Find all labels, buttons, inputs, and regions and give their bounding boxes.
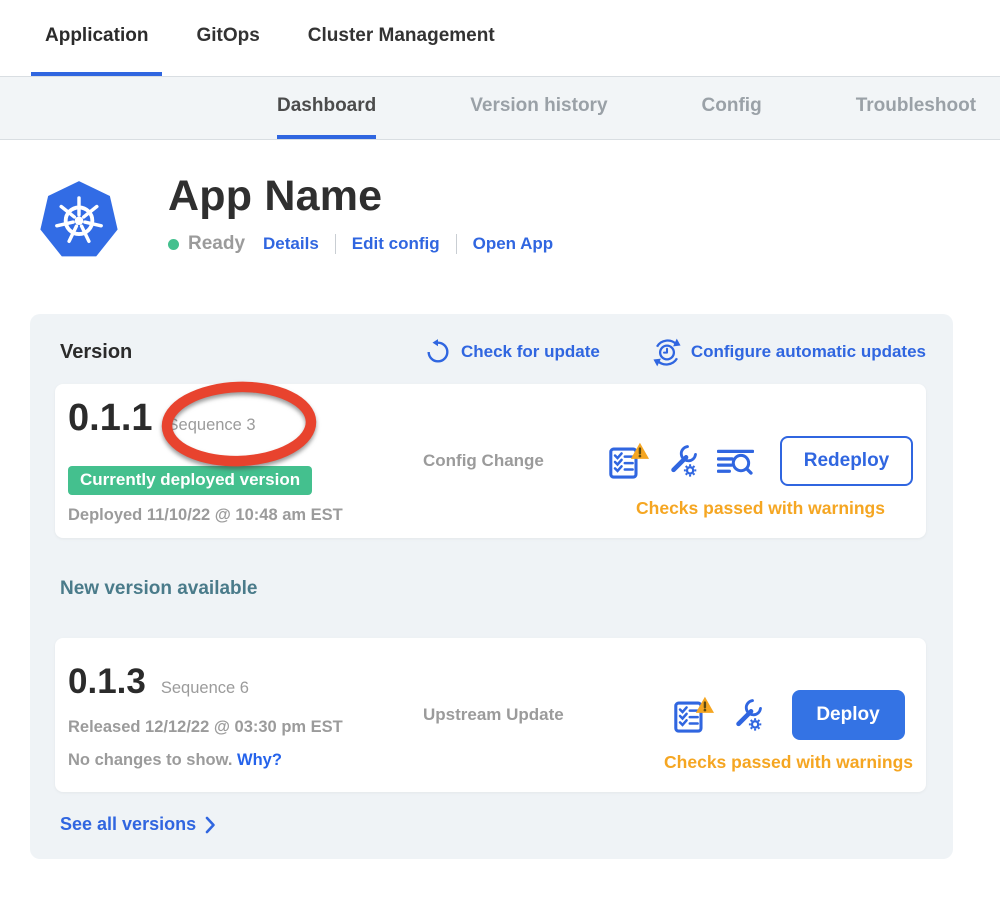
see-all-versions-link[interactable]: See all versions (60, 814, 216, 835)
version-panel: Version Check for update Configure autom… (30, 314, 953, 859)
deployed-version-source: Config Change (423, 451, 608, 471)
preflight-checks-icon[interactable] (673, 696, 715, 734)
chevron-right-icon (205, 816, 216, 834)
diff-view-icon[interactable] (717, 445, 754, 477)
deployed-version-number: 0.1.1 (68, 396, 153, 440)
configure-automatic-updates-button[interactable]: Configure automatic updates (652, 337, 926, 368)
no-changes-note: No changes to show. (68, 751, 232, 769)
open-app-link[interactable]: Open App (473, 234, 554, 254)
tab-cluster-management[interactable]: Cluster Management (294, 0, 509, 76)
available-checks-status[interactable]: Checks passed with warnings (664, 752, 913, 773)
tab-dashboard-label: Dashboard (277, 95, 376, 117)
tab-gitops-label: GitOps (196, 25, 259, 47)
why-link[interactable]: Why? (237, 751, 282, 769)
deploy-button[interactable]: Deploy (792, 690, 905, 740)
edit-config-link[interactable]: Edit config (352, 234, 440, 254)
currently-deployed-badge: Currently deployed version (68, 466, 312, 495)
tab-application-label: Application (45, 25, 148, 47)
config-wrench-icon[interactable] (666, 444, 701, 479)
refresh-icon (424, 338, 452, 366)
config-wrench-icon[interactable] (731, 698, 766, 733)
deployed-timestamp: Deployed 11/10/22 @ 10:48 am EST (68, 506, 423, 525)
divider (335, 234, 336, 254)
auto-update-clock-icon (652, 337, 682, 368)
configure-automatic-updates-label: Configure automatic updates (691, 342, 926, 362)
tab-application[interactable]: Application (31, 0, 162, 76)
preflight-checks-icon[interactable] (608, 442, 650, 480)
details-link[interactable]: Details (263, 234, 319, 254)
status-label: Ready (188, 233, 245, 255)
deployed-version-sequence: Sequence 3 (168, 416, 256, 435)
available-version-card: 0.1.3 Sequence 6 Released 12/12/22 @ 03:… (55, 638, 926, 792)
released-timestamp: Released 12/12/22 @ 03:30 pm EST (68, 718, 423, 737)
available-version-number: 0.1.3 (68, 662, 146, 702)
check-for-update-button[interactable]: Check for update (424, 338, 600, 366)
status-dot (168, 239, 179, 250)
kubernetes-logo (36, 176, 122, 262)
tab-dashboard[interactable]: Dashboard (277, 77, 376, 139)
redeploy-button[interactable]: Redeploy (780, 436, 913, 486)
available-version-sequence: Sequence 6 (161, 679, 249, 698)
new-version-heading: New version available (60, 578, 926, 600)
tab-version-history[interactable]: Version history (470, 77, 607, 139)
tab-config-label: Config (702, 95, 762, 117)
tab-version-history-label: Version history (470, 95, 607, 117)
deployed-checks-status[interactable]: Checks passed with warnings (636, 498, 885, 519)
page-title: App Name (168, 174, 553, 219)
app-sub-nav: Dashboard Version history Config Trouble… (0, 76, 1000, 140)
available-version-source: Upstream Update (423, 705, 608, 725)
app-header: App Name Ready Details Edit config Open … (36, 174, 1000, 262)
version-section-title: Version (60, 341, 132, 364)
deployed-version-card: 0.1.1 Sequence 3 Currently deployed vers… (55, 384, 926, 538)
tab-gitops[interactable]: GitOps (182, 0, 273, 76)
tab-cluster-management-label: Cluster Management (308, 25, 495, 47)
divider (456, 234, 457, 254)
check-for-update-label: Check for update (461, 342, 600, 362)
see-all-versions-label: See all versions (60, 814, 196, 835)
tab-troubleshoot[interactable]: Troubleshoot (856, 77, 976, 139)
tab-config[interactable]: Config (702, 77, 762, 139)
tab-troubleshoot-label: Troubleshoot (856, 95, 976, 117)
main-nav: Application GitOps Cluster Management (0, 0, 1000, 76)
